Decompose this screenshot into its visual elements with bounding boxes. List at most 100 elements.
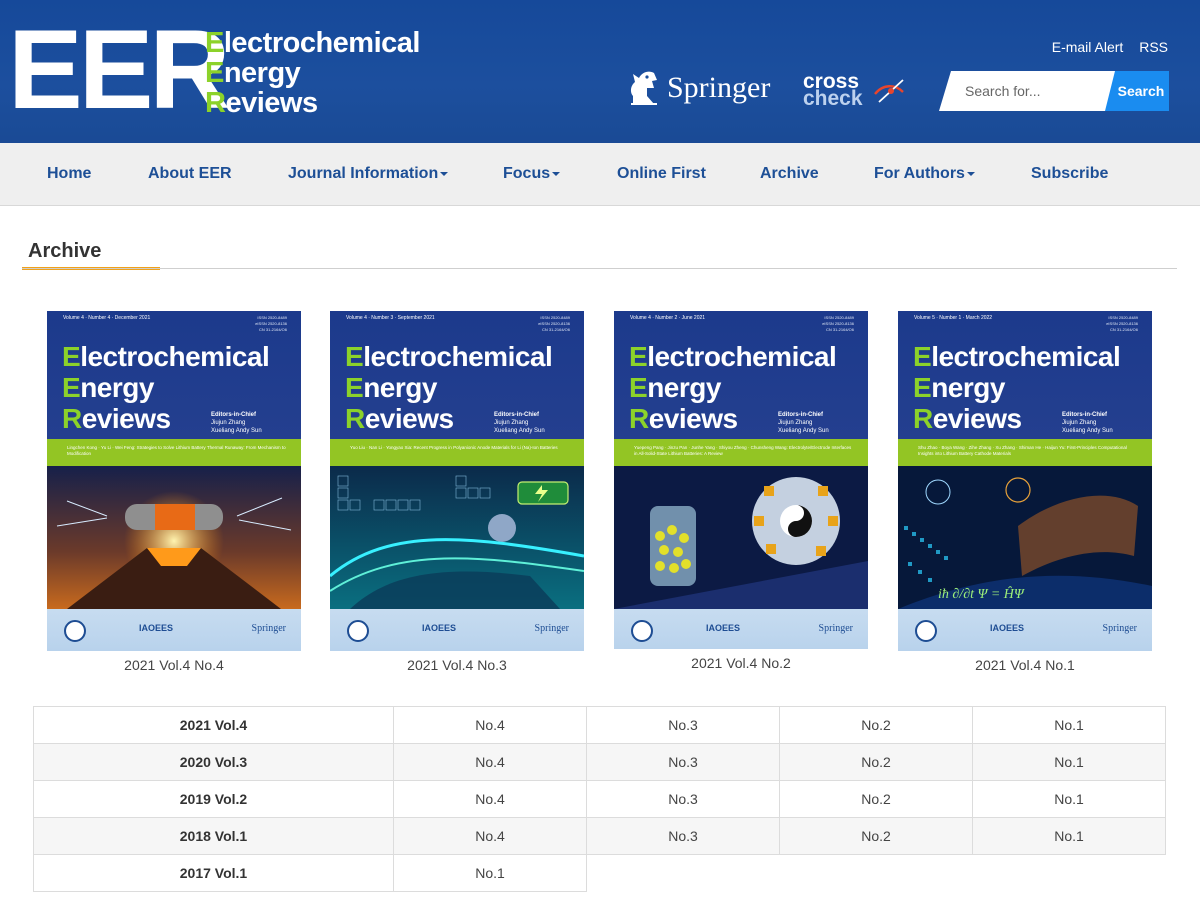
archive-table: 2021 Vol.4 No.4 No.3 No.2 No.1 2020 Vol.… [33, 706, 1166, 892]
issue-link[interactable]: No.2 [779, 706, 973, 744]
empty-cell [973, 855, 1166, 892]
cover-footer: IAOEES Springer [47, 609, 301, 651]
springer-footer-logo: Springer [534, 623, 569, 634]
issue-link[interactable]: No.3 [586, 743, 780, 781]
nav-about[interactable]: About EER [148, 143, 232, 206]
page-title: Archive [28, 240, 102, 262]
cover-image[interactable]: Volume 4 · Number 3 · September 2021 ISS… [330, 311, 584, 651]
issue-link[interactable]: No.2 [779, 817, 973, 855]
society-seal-icon [347, 620, 369, 642]
cover-band: Lingchen Kong · Yu Li · Wei Feng: Strate… [47, 439, 301, 466]
society-seal-icon [64, 620, 86, 642]
site-header: EER Electrochemical Energy Reviews E-mai… [0, 0, 1200, 143]
cover-art-car [330, 466, 584, 609]
volume-label: 2019 Vol.2 [33, 780, 394, 818]
cover-editors: Editors-in-Chief Jiujun Zhang Xueliang And… [494, 412, 545, 434]
rss-link[interactable]: RSS [1139, 39, 1168, 55]
cover-meta: Volume 4 · Number 3 · September 2021 [346, 315, 435, 321]
cover-art-volcano [47, 466, 301, 609]
cover-card: Volume 4 · Number 4 · December 2021 ISSN… [47, 311, 301, 673]
issue-link[interactable]: No.3 [586, 706, 780, 744]
cover-footer: IAOEES Springer [330, 609, 584, 651]
nav-online-first[interactable]: Online First [617, 143, 706, 206]
top-links: E-mail Alert RSS [1040, 39, 1168, 55]
cover-editors: Editors-in-Chief Jiujun Zhang Xueliang And… [1062, 412, 1113, 434]
logo-line-3: Reviews [205, 87, 318, 119]
issue-link[interactable]: No.4 [393, 780, 587, 818]
volume-label: 2020 Vol.3 [33, 743, 394, 781]
archive-heading: Archive [0, 206, 1200, 271]
cover-card: Volume 5 · Number 1 · March 2022 ISSN 25… [898, 311, 1152, 673]
society-seal-icon [631, 620, 653, 642]
cover-footer: IAOEES Springer [614, 609, 868, 649]
springer-footer-logo: Springer [818, 623, 853, 634]
cover-issn: ISSN 2520-8489 eISSN 2520-8136 CN 31-2164/… [1106, 315, 1138, 332]
chevron-down-icon [966, 171, 975, 176]
title-divider [22, 268, 1177, 269]
cover-art-yinyang [614, 466, 868, 609]
iaoees-logo: IAOEES [990, 623, 1025, 633]
issue-link[interactable]: No.3 [586, 817, 780, 855]
main-nav: Home About EER Journal Information Focus… [0, 143, 1200, 206]
springer-horse-icon [627, 66, 661, 111]
nav-for-authors[interactable]: For Authors [874, 143, 975, 206]
cover-editors: Editors-in-Chief Jiujun Zhang Xueliang And… [211, 412, 262, 434]
logo-line-1: Electrochemical [205, 27, 420, 59]
cover-art-quantum: iħ ∂/∂t Ψ = ĤΨ [898, 466, 1152, 609]
springer-footer-logo: Springer [251, 623, 286, 634]
empty-cell [780, 855, 973, 892]
cover-meta: Volume 4 · Number 2 · June 2021 [630, 315, 706, 321]
cover-image[interactable]: Volume 4 · Number 2 · June 2021 ISSN 252… [614, 311, 868, 649]
cover-caption[interactable]: 2021 Vol.4 No.2 [614, 655, 868, 671]
logo-eer[interactable]: EER [8, 14, 230, 126]
springer-wordmark: Springer [667, 71, 771, 104]
logo-wordmark[interactable]: Electrochemical Energy Reviews [205, 28, 420, 118]
crosscheck-logo-icon [874, 79, 904, 103]
issue-link[interactable]: No.4 [393, 817, 587, 855]
issue-link[interactable]: No.1 [393, 854, 587, 892]
chevron-down-icon [440, 171, 449, 176]
nav-journal-information[interactable]: Journal Information [288, 143, 449, 206]
volume-label: 2021 Vol.4 [33, 706, 394, 744]
cover-issn: ISSN 2520-8489 eISSN 2520-8136 CN 31-2164/… [538, 315, 570, 332]
nav-home[interactable]: Home [47, 143, 91, 206]
issue-link[interactable]: No.4 [393, 743, 587, 781]
nav-focus[interactable]: Focus [503, 143, 561, 206]
issue-link[interactable]: No.3 [586, 780, 780, 818]
cover-issn: ISSN 2520-8489 eISSN 2520-8136 CN 31-2164/… [822, 315, 854, 332]
issue-link[interactable]: No.4 [393, 706, 587, 744]
svg-text:iħ ∂/∂t Ψ = ĤΨ: iħ ∂/∂t Ψ = ĤΨ [938, 585, 1025, 602]
email-alert-link[interactable]: E-mail Alert [1052, 39, 1124, 55]
table-row: 2020 Vol.3 No.4 No.3 No.2 No.1 [33, 743, 1166, 781]
nav-subscribe[interactable]: Subscribe [1031, 143, 1108, 206]
table-row: 2017 Vol.1 No.1 [33, 854, 1166, 892]
cover-band: Yuepeng Pang · Jinzu Pan · Junhe Yang · … [614, 439, 868, 466]
cover-image[interactable]: Volume 4 · Number 4 · December 2021 ISSN… [47, 311, 301, 651]
search-input[interactable] [939, 71, 1117, 111]
issue-link[interactable]: No.2 [779, 780, 973, 818]
crosscheck-logo[interactable]: cross check [803, 71, 913, 112]
issue-link[interactable]: No.1 [972, 743, 1166, 781]
iaoees-logo: IAOEES [139, 623, 174, 633]
issue-link[interactable]: No.2 [779, 743, 973, 781]
society-seal-icon [915, 620, 937, 642]
logo-line-2: Energy [205, 57, 301, 89]
cover-band: Shu Zhao · Boya Wang · Zihe Zhang · Xu Z… [898, 439, 1152, 466]
cover-image[interactable]: Volume 5 · Number 1 · March 2022 ISSN 25… [898, 311, 1152, 651]
volume-label: 2017 Vol.1 [33, 854, 394, 892]
nav-archive[interactable]: Archive [760, 143, 819, 206]
cover-caption[interactable]: 2021 Vol.4 No.3 [330, 657, 584, 673]
issue-link[interactable]: No.1 [972, 817, 1166, 855]
issue-link[interactable]: No.1 [972, 706, 1166, 744]
springer-logo[interactable]: Springer [627, 68, 770, 108]
cover-caption[interactable]: 2021 Vol.4 No.4 [47, 657, 301, 673]
issue-link[interactable]: No.1 [972, 780, 1166, 818]
cover-gallery: Volume 4 · Number 4 · December 2021 ISSN… [0, 271, 1200, 706]
volume-label: 2018 Vol.1 [33, 817, 394, 855]
search-button[interactable]: Search [1105, 71, 1169, 111]
iaoees-logo: IAOEES [706, 623, 741, 633]
cover-meta: Volume 5 · Number 1 · March 2022 [914, 315, 993, 321]
cover-band: Yuo Liu · Nan Li · Yongyao Xia: Recent P… [330, 439, 584, 466]
cover-editors: Editors-in-Chief Jiujun Zhang Xueliang And… [778, 412, 829, 434]
cover-caption[interactable]: 2021 Vol.4 No.1 [898, 657, 1152, 673]
